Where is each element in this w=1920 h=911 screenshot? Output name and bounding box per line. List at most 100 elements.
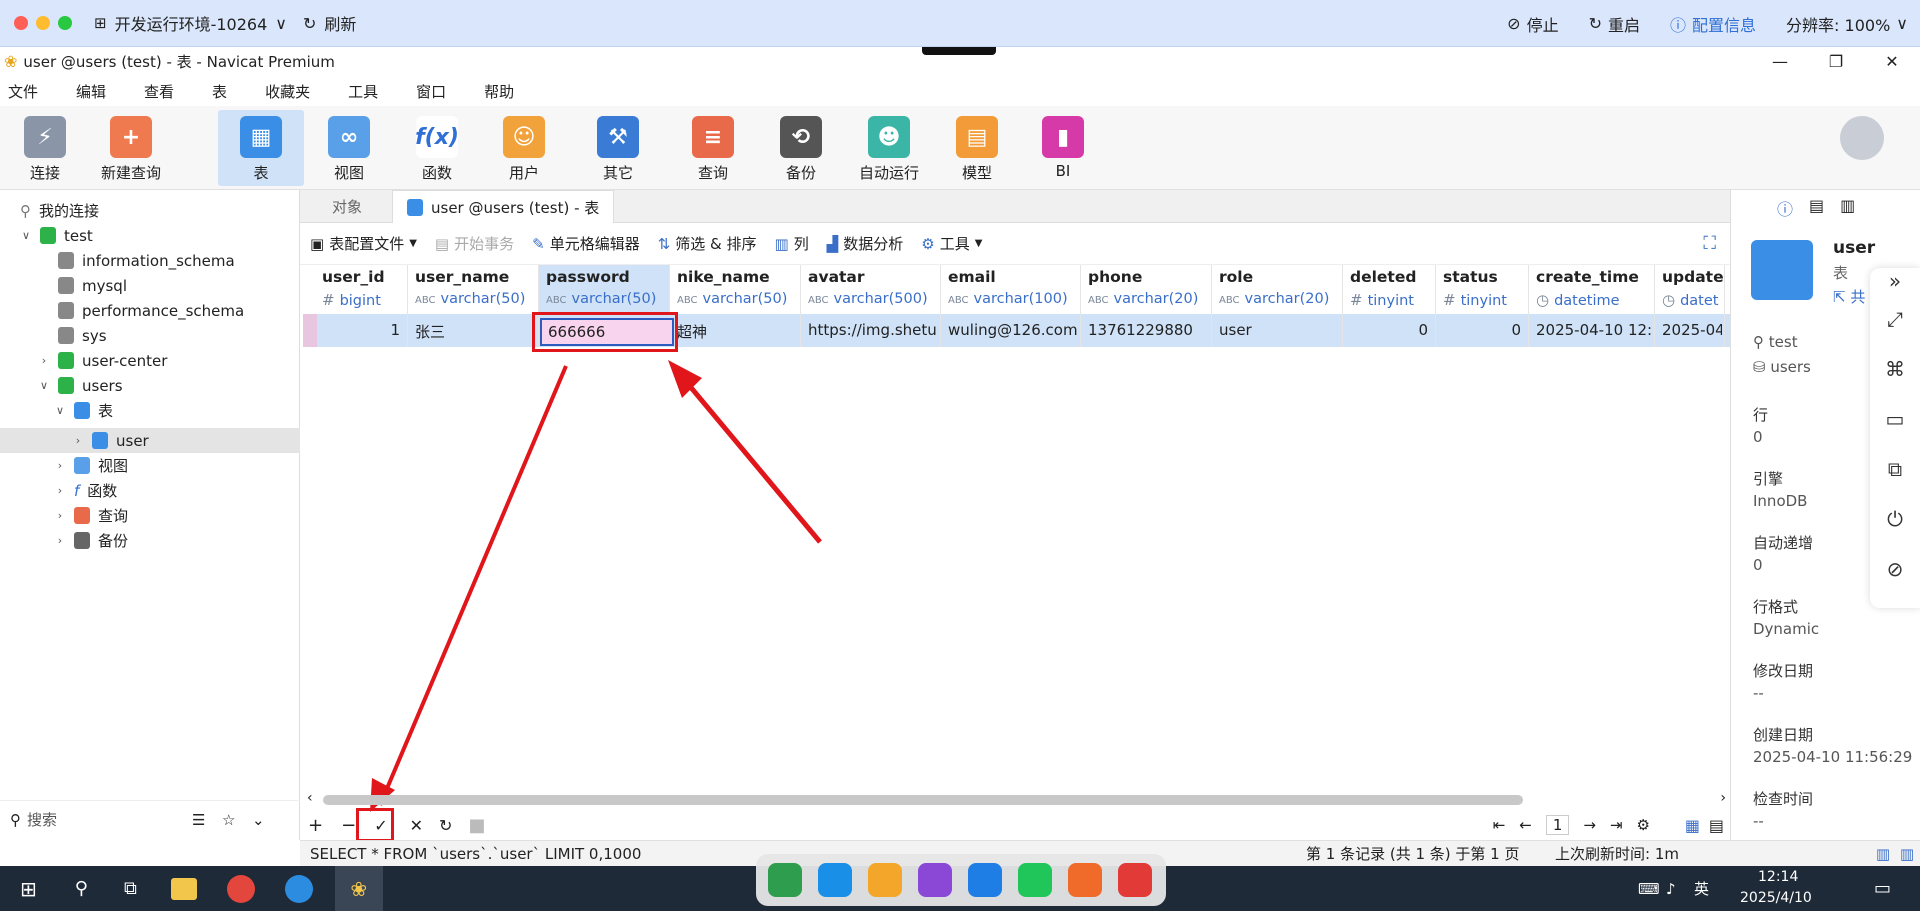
ddl-icon[interactable]: ▤ xyxy=(1809,196,1824,220)
search-input[interactable]: 搜索 xyxy=(27,809,57,830)
cell-update[interactable]: 2025-04- xyxy=(1662,321,1722,339)
table-profile-button[interactable]: ▣ 表配置文件 ▼ xyxy=(310,233,417,254)
tree-folder-queries[interactable]: › 查询 xyxy=(52,503,128,528)
menu-tools[interactable]: 工具 xyxy=(348,81,378,102)
layout-icon[interactable]: ▥ xyxy=(1840,196,1855,220)
chevron-right-icon[interactable]: › xyxy=(52,484,68,497)
config-button[interactable]: ⓘ 配置信息 xyxy=(1670,12,1756,36)
chevron-down-icon[interactable]: ∨ xyxy=(36,379,52,392)
user-button[interactable]: ☺ 用户 xyxy=(481,110,567,186)
tree-folder-tables[interactable]: ∨ 表 xyxy=(52,398,113,423)
tree-db-sys[interactable]: sys xyxy=(58,323,107,348)
page-number[interactable]: 1 xyxy=(1545,815,1570,835)
chrome-icon[interactable] xyxy=(226,874,255,903)
data-analysis-button[interactable]: ▟ 数据分析 xyxy=(827,233,904,254)
chevron-right-icon[interactable]: › xyxy=(52,534,68,547)
tree-db-performance-schema[interactable]: performance_schema xyxy=(58,298,244,323)
cell-deleted[interactable]: 0 xyxy=(1347,321,1428,339)
start-icon[interactable]: ⊞ xyxy=(20,877,37,901)
share-link[interactable]: ⇱ 共 xyxy=(1833,286,1865,307)
chevron-down-icon[interactable]: ∨ xyxy=(18,229,34,242)
star-icon[interactable]: ☆ xyxy=(222,811,235,829)
refresh-icon[interactable]: ↻ xyxy=(439,816,452,835)
tree-folder-views[interactable]: › 视图 xyxy=(52,453,128,478)
dock-app-chat-icon[interactable] xyxy=(1018,863,1052,897)
tree-db-mysql[interactable]: mysql xyxy=(58,273,127,298)
query-button[interactable]: ≡ 查询 xyxy=(670,110,756,186)
panel-left-icon[interactable]: ▥ xyxy=(1876,845,1890,863)
power-icon[interactable]: ⏻ xyxy=(1870,494,1920,544)
dock-app-ai-icon[interactable] xyxy=(968,863,1002,897)
form-view-icon[interactable]: ▤ xyxy=(1709,816,1724,835)
file-explorer-icon[interactable] xyxy=(170,877,197,900)
menu-file[interactable]: 文件 xyxy=(8,81,38,102)
fullscreen-icon[interactable]: ⛶ xyxy=(1703,233,1716,254)
minimize-window-icon[interactable]: — xyxy=(1752,47,1808,76)
tree-folder-backups[interactable]: › 备份 xyxy=(52,528,128,553)
add-record-icon[interactable]: + xyxy=(308,815,323,836)
scroll-left-icon[interactable]: ‹ xyxy=(307,790,313,806)
cell-editor-button[interactable]: ✎ 单元格编辑器 xyxy=(532,233,640,254)
menu-help[interactable]: 帮助 xyxy=(484,81,514,102)
grid-view-icon[interactable]: ▦ xyxy=(1685,816,1700,835)
connect-button[interactable]: ⚡ 连接 xyxy=(2,110,88,186)
panel-right-icon[interactable]: ▥ xyxy=(1900,845,1914,863)
table-button[interactable]: ▦ 表 xyxy=(218,110,304,186)
cell-nike-name[interactable]: 超神 xyxy=(677,321,798,342)
navicat-taskbar-icon[interactable]: ❀ xyxy=(334,866,383,911)
volume-icon[interactable]: ♪ xyxy=(1666,880,1676,898)
cell-status[interactable]: 0 xyxy=(1440,321,1521,339)
copy-icon[interactable]: ⧉ xyxy=(1870,444,1920,494)
command-icon[interactable]: ⌘ xyxy=(1870,344,1920,394)
discard-changes-icon[interactable]: ✕ xyxy=(410,816,423,835)
restore-window-icon[interactable]: ❐ xyxy=(1808,47,1864,76)
tab-objects[interactable]: 对象 xyxy=(318,190,376,223)
chevron-down-icon[interactable]: ∨ xyxy=(275,14,287,33)
last-page-icon[interactable]: ⇥ xyxy=(1610,816,1623,834)
menu-edit[interactable]: 编辑 xyxy=(76,81,106,102)
notification-icon[interactable]: ▭ xyxy=(1874,878,1891,899)
model-button[interactable]: ▤ 模型 xyxy=(934,110,1020,186)
cell-user-name[interactable]: 张三 xyxy=(415,321,536,342)
chevron-down-icon[interactable]: ∨ xyxy=(52,404,68,417)
tree-table-user[interactable]: › user xyxy=(70,428,149,453)
menu-favorites[interactable]: 收藏夹 xyxy=(265,81,310,102)
dock-app-power-icon[interactable] xyxy=(1118,863,1152,897)
scroll-right-icon[interactable]: › xyxy=(1720,790,1726,806)
avatar[interactable] xyxy=(1840,116,1884,160)
dock-app-settings-icon[interactable] xyxy=(1068,863,1102,897)
tab-user-table[interactable]: user @users (test) - 表 xyxy=(392,190,615,223)
tree-db-information-schema[interactable]: information_schema xyxy=(58,248,235,273)
double-chevron-icon[interactable]: » xyxy=(1870,268,1920,294)
tree-search[interactable]: ⚲ 搜索 ☰ ☆ ⌄ xyxy=(0,800,300,838)
dock-app-desktop-icon[interactable] xyxy=(818,863,852,897)
task-view-icon[interactable]: ⧉ xyxy=(124,878,137,899)
chevron-right-icon[interactable]: › xyxy=(36,354,52,367)
menu-table[interactable]: 表 xyxy=(212,81,227,102)
filter-icon[interactable]: ☰ xyxy=(192,811,205,829)
stop-button[interactable]: ⊘ 停止 xyxy=(1507,12,1558,36)
input-method[interactable]: 英 xyxy=(1694,878,1709,899)
cell-phone[interactable]: 13761229880 xyxy=(1088,321,1209,339)
close-window-icon[interactable]: ✕ xyxy=(1864,47,1920,76)
filter-sort-button[interactable]: ⇅ 筛选 & 排序 xyxy=(658,233,757,254)
refresh-icon[interactable]: ↻ xyxy=(303,14,316,33)
close-dot-icon[interactable] xyxy=(14,16,28,30)
next-page-icon[interactable]: → xyxy=(1583,816,1596,834)
env-title[interactable]: 开发运行环境-10264 xyxy=(115,11,268,35)
delete-record-icon[interactable]: − xyxy=(341,815,356,836)
bi-button[interactable]: ▮ BI xyxy=(1020,110,1106,186)
cell-create-time[interactable]: 2025-04-10 12: xyxy=(1536,321,1652,339)
tree-db-user-center[interactable]: › user-center xyxy=(36,348,168,373)
restart-button[interactable]: ↻ 重启 xyxy=(1589,12,1640,36)
columns-button[interactable]: ▥ 列 xyxy=(775,233,809,254)
first-page-icon[interactable]: ⇤ xyxy=(1493,816,1506,834)
menu-window[interactable]: 窗口 xyxy=(416,81,446,102)
other-button[interactable]: ⚒ 其它 xyxy=(575,110,661,186)
prev-page-icon[interactable]: ← xyxy=(1519,816,1532,834)
cell-role[interactable]: user xyxy=(1219,321,1340,339)
chevron-right-icon[interactable]: › xyxy=(52,509,68,522)
dock-app-book-icon[interactable] xyxy=(918,863,952,897)
network-icon[interactable]: ⌨ xyxy=(1638,880,1660,898)
info-icon[interactable]: ⓘ xyxy=(1777,196,1793,220)
